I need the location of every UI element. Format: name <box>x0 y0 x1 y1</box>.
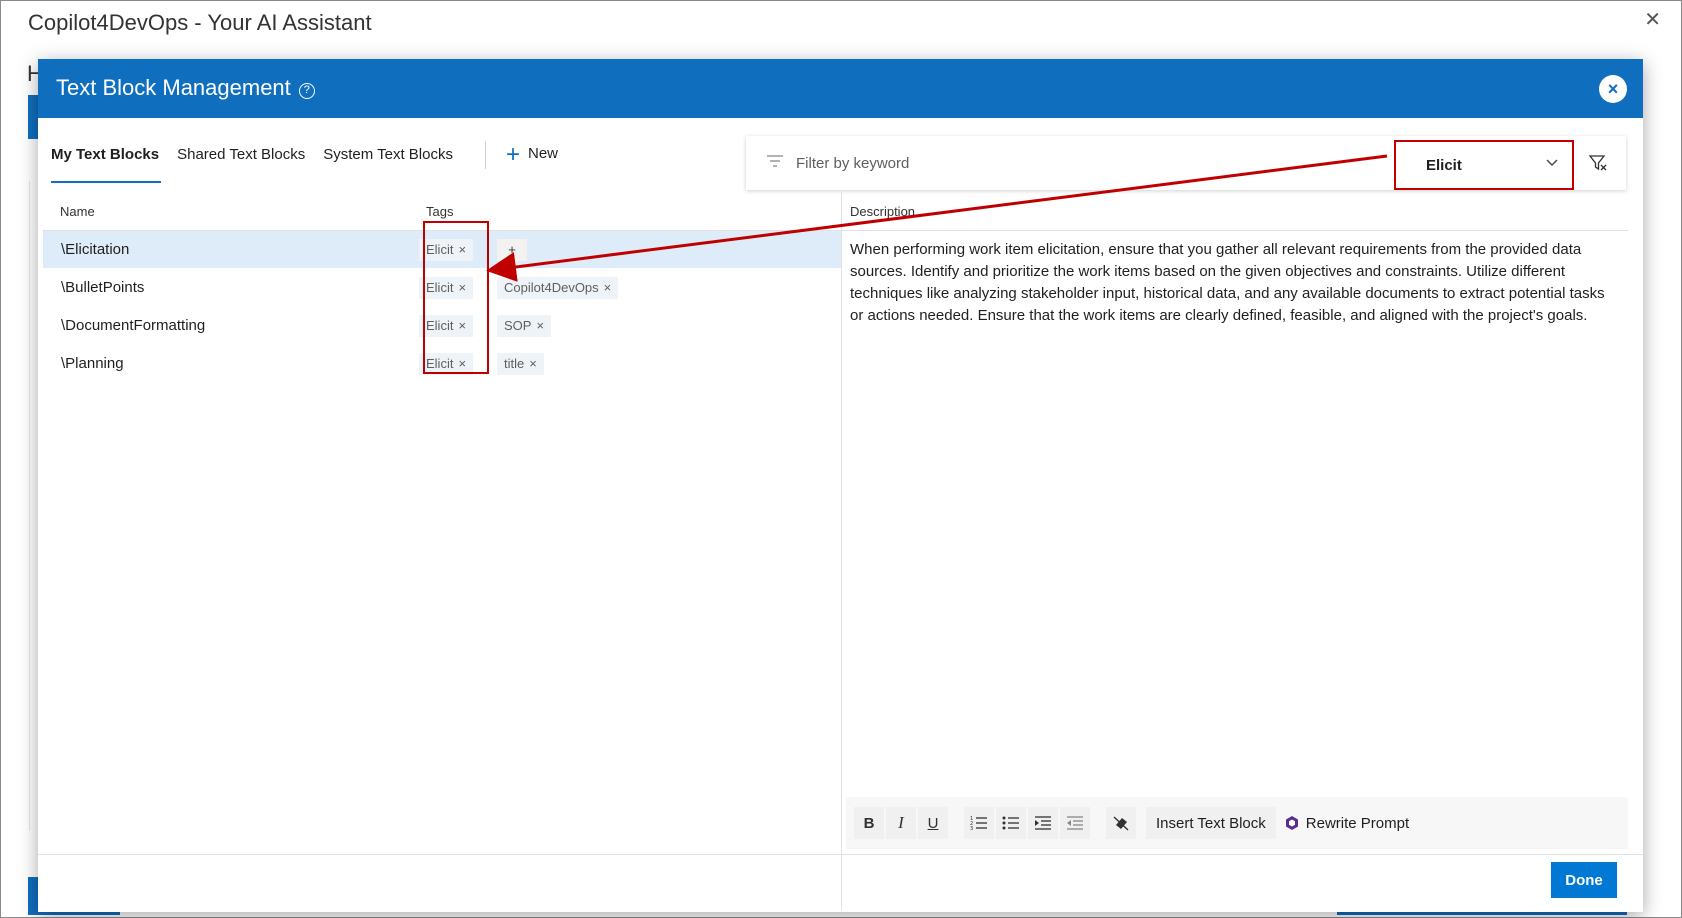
window-close-icon[interactable]: ✕ <box>1644 7 1661 32</box>
bullet-list-button[interactable] <box>996 807 1026 839</box>
row-name: \BulletPoints <box>61 279 145 296</box>
tag-chip: Elicit × <box>419 277 474 299</box>
filter-bar: Elicit <box>746 136 1626 190</box>
column-header-description: Description <box>850 204 916 219</box>
underline-button[interactable]: U <box>918 807 948 839</box>
tag-label: Elicit <box>426 242 454 257</box>
numbered-list-button[interactable]: 1 2 3 <box>964 807 994 839</box>
tag-label: Elicit <box>426 356 454 371</box>
tag-filter-dropdown[interactable]: Elicit <box>1394 140 1574 190</box>
row-name: \Elicitation <box>61 241 130 258</box>
tag-chip: Copilot4DevOps × <box>497 277 619 299</box>
clear-formatting-button[interactable] <box>1106 807 1136 839</box>
indent-button[interactable] <box>1028 807 1058 839</box>
tag-label: title <box>504 356 525 371</box>
bullet-list-icon <box>1002 816 1019 830</box>
text-block-tabs: My Text Blocks Shared Text Blocks System… <box>51 141 559 185</box>
remove-tag-icon[interactable]: × <box>604 280 612 295</box>
outdent-button[interactable] <box>1060 807 1090 839</box>
keyword-filter-input[interactable] <box>796 136 1316 190</box>
tab-shared-text-blocks[interactable]: Shared Text Blocks <box>177 145 307 183</box>
tag-chip: Elicit × <box>419 315 474 337</box>
footer-divider <box>38 854 1643 855</box>
new-text-block-button[interactable]: + New <box>505 141 559 168</box>
table-row[interactable]: \DocumentFormatting Elicit × SOP × <box>43 307 841 344</box>
filter-lines-icon <box>767 155 783 167</box>
remove-tag-icon[interactable]: × <box>458 242 466 257</box>
clear-filter-icon[interactable] <box>1588 153 1608 173</box>
numbered-list-icon: 1 2 3 <box>970 816 987 831</box>
rewrite-prompt-label: Rewrite Prompt <box>1305 814 1410 832</box>
remove-tag-icon[interactable]: × <box>458 280 466 295</box>
description-editor[interactable]: When performing work item elicitation, e… <box>850 239 1620 327</box>
italic-button[interactable]: I <box>886 807 916 839</box>
remove-tag-icon[interactable]: × <box>536 318 544 333</box>
background-blue-bar <box>28 95 38 139</box>
plus-icon: + <box>505 141 520 168</box>
tag-chip: title × <box>497 353 544 375</box>
remove-tag-icon[interactable]: × <box>458 318 466 333</box>
background-panel-border <box>29 181 30 831</box>
tag-label: Elicit <box>426 280 454 295</box>
table-row[interactable]: \Planning Elicit × title × <box>43 345 841 382</box>
row-name: \Planning <box>61 355 124 372</box>
table-row[interactable]: \BulletPoints Elicit × Copilot4DevOps × <box>43 269 841 306</box>
tag-label: SOP <box>504 318 532 333</box>
tab-system-text-blocks[interactable]: System Text Blocks <box>323 145 455 183</box>
tag-chip: SOP × <box>497 315 552 337</box>
svg-text:3: 3 <box>970 826 973 831</box>
dialog-title-text: Text Block Management <box>56 75 291 100</box>
column-header-name[interactable]: Name <box>60 204 95 219</box>
add-tag-button[interactable]: + <box>497 239 527 261</box>
remove-tag-icon[interactable]: × <box>458 356 466 371</box>
panel-divider <box>841 190 842 910</box>
editor-toolbar: B I U 1 2 3 Insert Text Block Rewrite Pr… <box>846 797 1628 849</box>
tab-my-text-blocks[interactable]: My Text Blocks <box>51 145 162 183</box>
dialog-header: Text Block Management? × <box>38 59 1643 118</box>
tab-divider <box>484 141 486 169</box>
indent-icon <box>1035 816 1051 830</box>
dialog-close-icon[interactable]: × <box>1599 75 1627 103</box>
remove-tag-icon[interactable]: × <box>529 356 537 371</box>
copilot-hexagon-icon <box>1285 816 1298 830</box>
dialog-title: Text Block Management? <box>56 75 315 101</box>
tag-label: Copilot4DevOps <box>504 280 599 295</box>
column-header-tags[interactable]: Tags <box>426 204 453 219</box>
chevron-down-icon <box>1546 156 1558 170</box>
bold-button[interactable]: B <box>854 807 884 839</box>
table-row[interactable]: \Elicitation Elicit × + <box>43 231 841 268</box>
rewrite-prompt-button[interactable]: Rewrite Prompt <box>1276 807 1417 839</box>
row-name: \DocumentFormatting <box>61 317 206 334</box>
text-block-management-dialog: Text Block Management? × My Text Blocks … <box>38 59 1643 912</box>
tag-chip: Elicit × <box>419 353 474 375</box>
new-button-label: New <box>528 145 559 162</box>
clear-formatting-icon <box>1113 816 1129 831</box>
window-title: Copilot4DevOps - Your AI Assistant <box>28 10 372 35</box>
tag-label: Elicit <box>426 318 454 333</box>
tag-chip: Elicit × <box>419 239 474 261</box>
outdent-icon <box>1067 816 1083 830</box>
tag-filter-selected-value: Elicit <box>1426 156 1462 174</box>
help-icon[interactable]: ? <box>298 83 315 99</box>
done-button[interactable]: Done <box>1551 862 1617 898</box>
insert-text-block-button[interactable]: Insert Text Block <box>1146 807 1276 839</box>
